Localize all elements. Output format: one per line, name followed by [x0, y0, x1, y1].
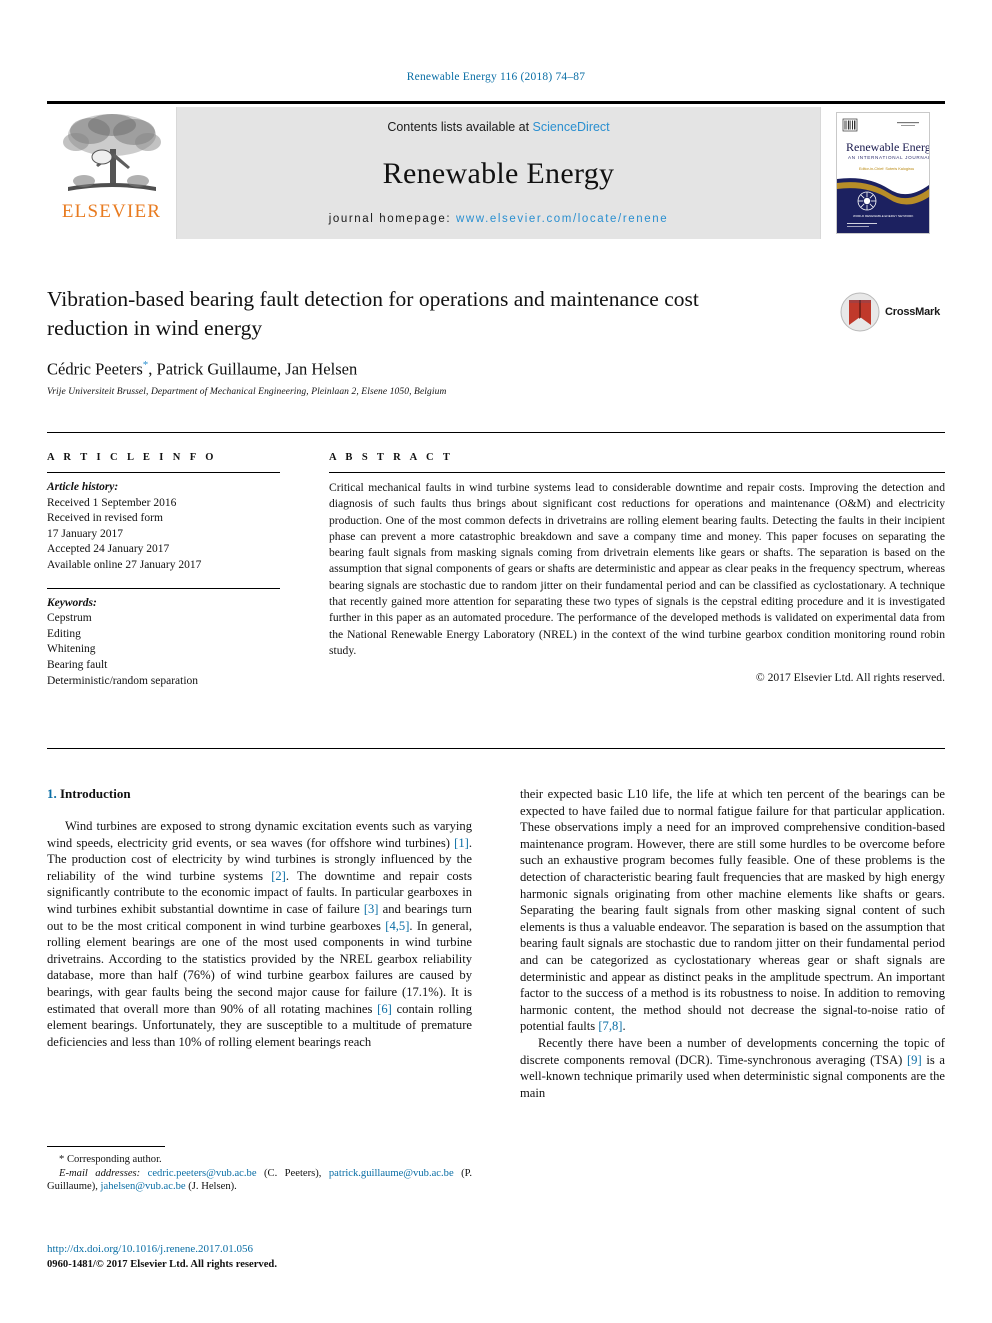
- history-item: Accepted 24 January 2017: [47, 543, 170, 556]
- citation-ref[interactable]: [4,5]: [385, 919, 409, 933]
- section-number: 1.: [47, 786, 57, 801]
- info-section-bottom-rule: [47, 748, 945, 749]
- keyword-item: Editing: [47, 627, 81, 640]
- journal-cover-block: Renewable Energy AN INTERNATIONAL JOURNA…: [820, 107, 945, 239]
- body-column-left: 1. Introduction Wind turbines are expose…: [47, 786, 472, 1050]
- footnote-block: * Corresponding author. E-mail addresses…: [47, 1146, 472, 1194]
- svg-text:WORLD RENEWABLE ENERGY NETWORK: WORLD RENEWABLE ENERGY NETWORK: [853, 214, 913, 218]
- email-owner-1: (C. Peeters),: [256, 1167, 329, 1179]
- svg-text:Renewable Energy: Renewable Energy: [846, 140, 929, 154]
- email-owner-3: (J. Helsen).: [185, 1181, 237, 1193]
- footnote-rule: [47, 1146, 165, 1147]
- article-page: Renewable Energy 116 (2018) 74–87 ELSEVI…: [0, 0, 992, 1323]
- body-column-right: their expected basic L10 life, the life …: [520, 786, 945, 1101]
- history-item: Available online 27 January 2017: [47, 558, 202, 571]
- citation-ref[interactable]: [7,8]: [598, 1019, 622, 1033]
- section-title: Introduction: [60, 786, 131, 801]
- svg-text:Editor-in-Chief: Soteris Kalog: Editor-in-Chief: Soteris Kalogirou: [859, 167, 914, 171]
- elsevier-wordmark: ELSEVIER: [61, 201, 162, 222]
- par-text: Recently there have been a number of dev…: [520, 1035, 945, 1067]
- email-addresses-note: E-mail addresses: cedric.peeters@vub.ac.…: [47, 1167, 472, 1194]
- history-item: 17 January 2017: [47, 527, 124, 540]
- running-head: Renewable Energy 116 (2018) 74–87: [406, 71, 586, 83]
- contents-available-line: Contents lists available at ScienceDirec…: [387, 120, 609, 134]
- citation-ref[interactable]: [3]: [364, 902, 379, 916]
- title-block: Vibration-based bearing fault detection …: [47, 285, 717, 397]
- article-info-column: A R T I C L E I N F O Article history: R…: [47, 452, 280, 689]
- article-info-rule: [47, 472, 280, 473]
- crossmark-icon: [840, 292, 880, 332]
- history-item: Received in revised form: [47, 512, 163, 525]
- par-text: .: [622, 1019, 626, 1034]
- journal-title: Renewable Energy: [382, 156, 615, 190]
- crossmark-badge[interactable]: CrossMark: [840, 288, 946, 336]
- elsevier-logo-block: ELSEVIER: [47, 107, 177, 239]
- info-section-top-rule: [47, 432, 945, 433]
- abstract-heading: A B S T R A C T: [329, 452, 454, 463]
- doi-link[interactable]: http://dx.doi.org/10.1016/j.renene.2017.…: [47, 1242, 472, 1257]
- body-paragraph: Wind turbines are exposed to strong dyna…: [47, 818, 472, 1050]
- body-paragraph: their expected basic L10 life, the life …: [520, 786, 945, 1035]
- citation-ref[interactable]: [1]: [454, 836, 469, 850]
- keywords-label: Keywords:: [47, 596, 97, 609]
- citation-ref[interactable]: [9]: [907, 1053, 922, 1067]
- journal-homepage-link[interactable]: www.elsevier.com/locate/renene: [456, 213, 668, 225]
- abstract-column: A B S T R A C T Critical mechanical faul…: [329, 452, 945, 684]
- issn-copyright-line: 0960-1481/© 2017 Elsevier Ltd. All right…: [47, 1259, 277, 1270]
- body-paragraph: Recently there have been a number of dev…: [520, 1035, 945, 1101]
- homepage-prefix: journal homepage:: [328, 213, 456, 225]
- journal-masthead: ELSEVIER Contents lists available at Sci…: [47, 101, 945, 239]
- page-title: Vibration-based bearing fault detection …: [47, 287, 699, 340]
- article-history: Article history: Received 1 September 20…: [47, 480, 280, 574]
- affiliation: Vrije Universiteit Brussel, Department o…: [47, 386, 447, 397]
- par-text: Wind turbines are exposed to strong dyna…: [47, 819, 472, 850]
- citation-ref[interactable]: [2]: [271, 869, 286, 883]
- email-label: E-mail addresses:: [59, 1167, 141, 1179]
- history-item: Received 1 September 2016: [47, 496, 177, 509]
- keyword-item: Deterministic/random separation: [47, 674, 199, 687]
- email-link-3[interactable]: jahelsen@vub.ac.be: [101, 1181, 186, 1192]
- email-link-2[interactable]: patrick.guillaume@vub.ac.be: [329, 1168, 454, 1179]
- citation-ref[interactable]: [6]: [377, 1002, 392, 1016]
- email-link-1[interactable]: cedric.peeters@vub.ac.be: [148, 1168, 257, 1179]
- contents-prefix: Contents lists available at: [387, 120, 533, 134]
- crossmark-label: CrossMark: [885, 306, 941, 318]
- abstract-text: Critical mechanical faults in wind turbi…: [329, 481, 945, 657]
- doi-block: http://dx.doi.org/10.1016/j.renene.2017.…: [47, 1242, 472, 1272]
- author-list: Cédric Peeters*, Patrick Guillaume, Jan …: [47, 359, 717, 380]
- article-info-heading: A R T I C L E I N F O: [47, 452, 217, 463]
- keyword-item: Bearing fault: [47, 658, 108, 671]
- abstract-rule: [329, 472, 945, 473]
- journal-cover-thumbnail: Renewable Energy AN INTERNATIONAL JOURNA…: [836, 112, 930, 234]
- keyword-item: Whitening: [47, 643, 96, 656]
- journal-homepage-line: journal homepage: www.elsevier.com/locat…: [329, 213, 669, 225]
- corresponding-author-note: * Corresponding author.: [59, 1154, 162, 1165]
- keywords-rule: [47, 587, 280, 589]
- keyword-item: Cepstrum: [47, 612, 92, 625]
- sciencedirect-link[interactable]: ScienceDirect: [533, 120, 610, 134]
- abstract-copyright: © 2017 Elsevier Ltd. All rights reserved…: [755, 671, 945, 685]
- journal-band: Contents lists available at ScienceDirec…: [177, 107, 820, 239]
- svg-text:AN INTERNATIONAL JOURNAL: AN INTERNATIONAL JOURNAL: [848, 155, 929, 160]
- author-corresponding: Cédric Peeters: [47, 359, 143, 379]
- article-history-label: Article history:: [47, 481, 119, 493]
- par-text: their expected basic L10 life, the life …: [520, 787, 945, 1034]
- author-rest: , Patrick Guillaume, Jan Helsen: [148, 359, 358, 379]
- keywords-block: Keywords: Cepstrum Editing Whitening Bea…: [47, 596, 280, 690]
- section-heading-introduction: 1. Introduction: [47, 786, 472, 802]
- elsevier-tree-icon: [60, 109, 164, 201]
